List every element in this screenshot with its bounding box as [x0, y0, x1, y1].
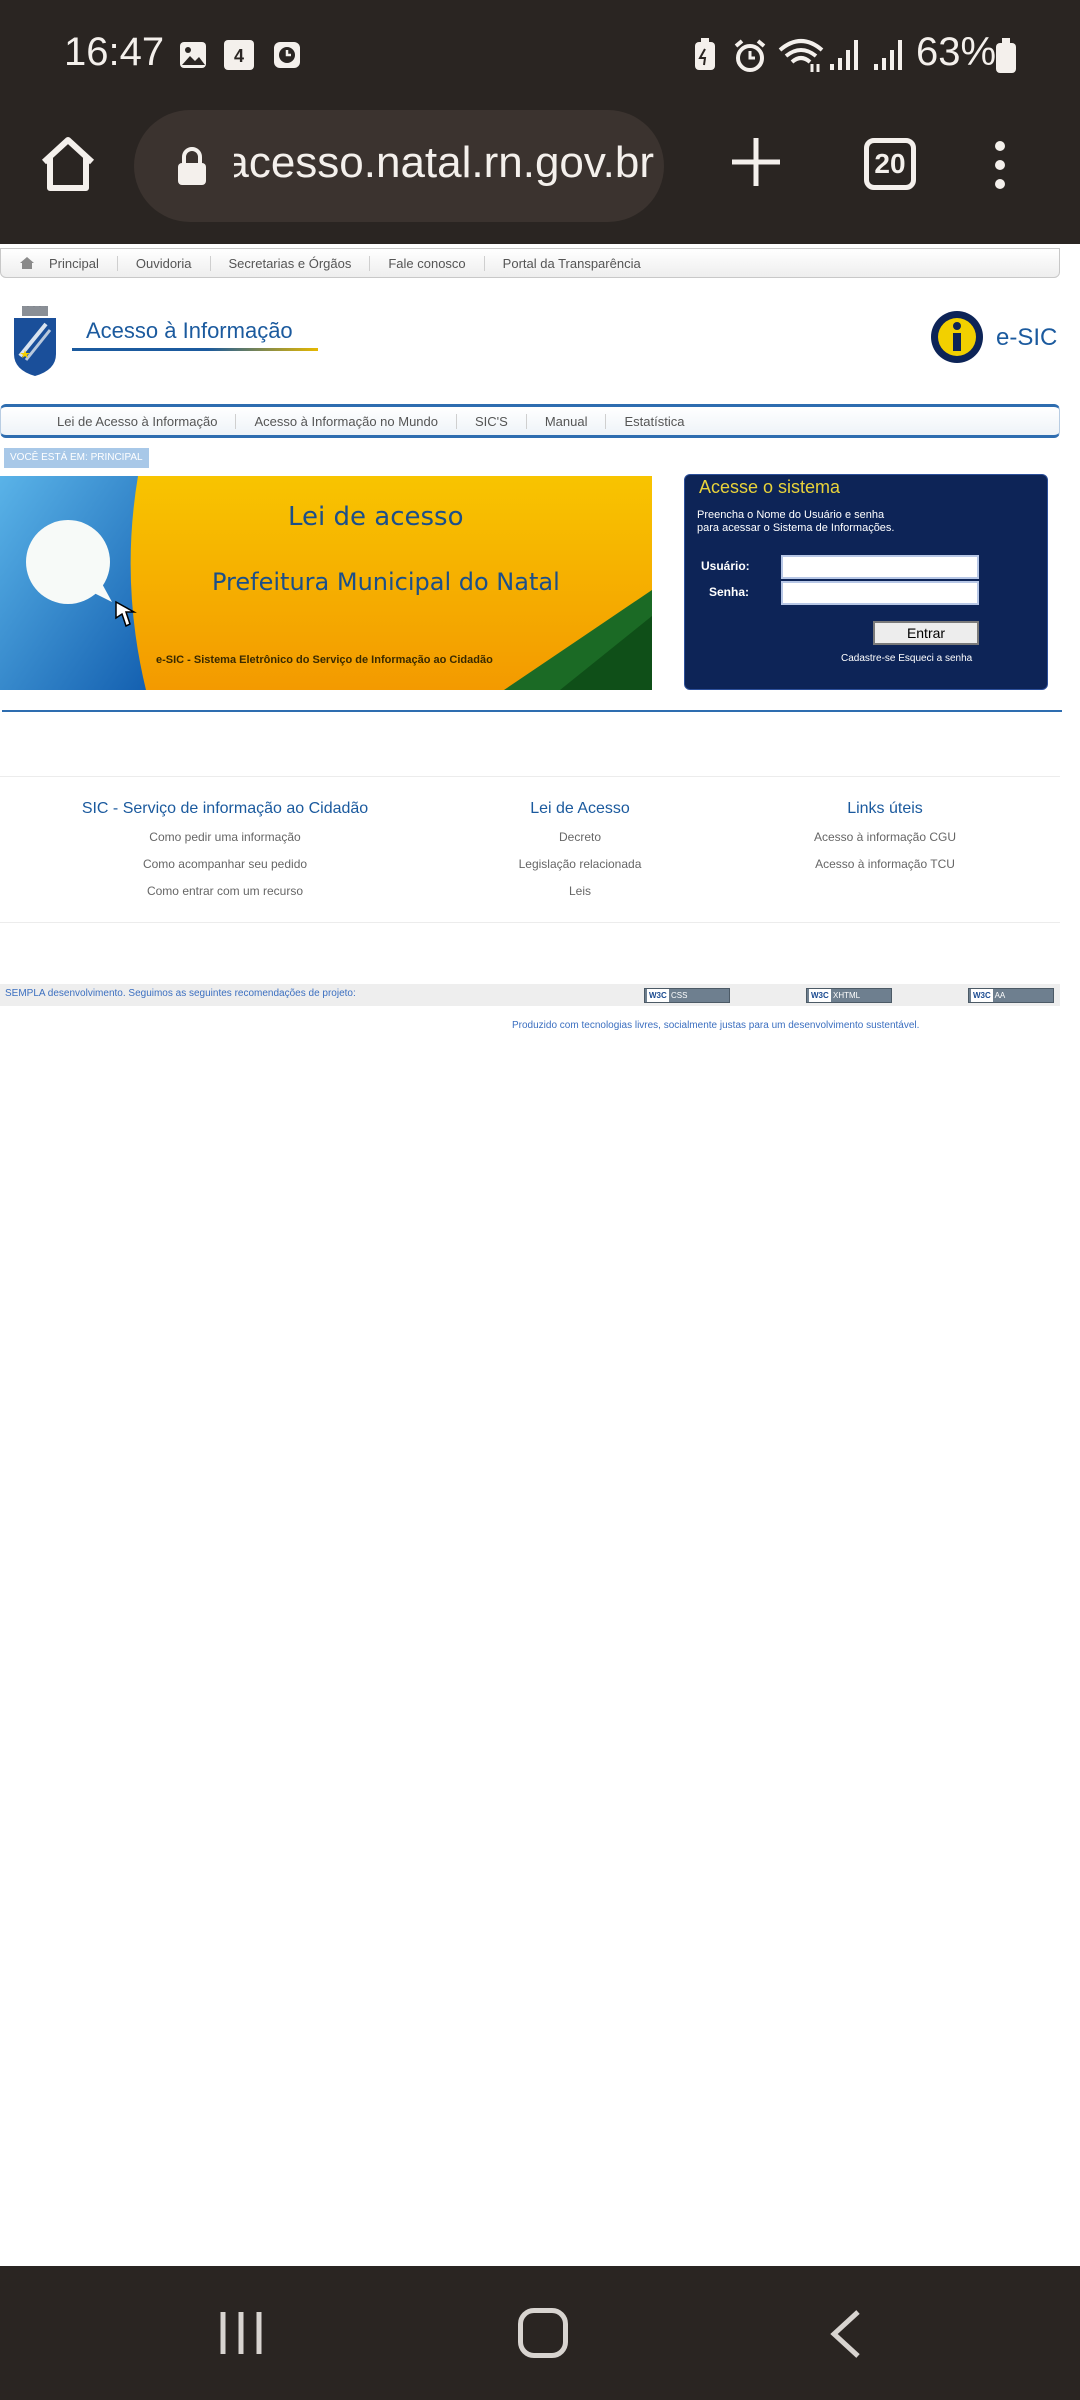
url-text: acesso.natal.rn.gov.br [234, 138, 654, 187]
more-menu-icon[interactable] [990, 140, 1010, 190]
main-nav-lei-acesso[interactable]: Lei de Acesso à Informação [39, 414, 235, 429]
top-nav-secretarias[interactable]: Secretarias e Órgãos [209, 255, 370, 271]
footer-link[interactable]: Acesso à informação TCU [780, 851, 990, 878]
signal-icon [874, 40, 902, 70]
footer-link[interactable]: Legislação relacionada [480, 851, 680, 878]
divider [2, 710, 1062, 712]
w3c-aa-badge[interactable]: W3C AA [968, 988, 1054, 1003]
login-submit-button[interactable]: Entrar [873, 621, 979, 645]
battery-percent: 63% [916, 30, 997, 74]
main-nav-manual[interactable]: Manual [525, 413, 606, 429]
footer-column-title: Links úteis [847, 800, 923, 817]
banner-title: Lei de acesso [288, 502, 464, 532]
footer-column-title: Lei de Acesso [530, 800, 630, 817]
status-bar: 16:47 4 63% [0, 0, 1080, 110]
banner-subtitle: Prefeitura Municipal do Natal [212, 568, 560, 596]
site-brand[interactable]: Acesso à Informação [12, 306, 318, 380]
brand-underline [72, 348, 318, 351]
login-title: Acesse o sistema [699, 477, 841, 497]
main-nav-sics[interactable]: SIC'S [456, 413, 526, 429]
top-nav-principal[interactable]: Principal [35, 256, 117, 271]
register-link[interactable]: Cadastre-se [841, 653, 895, 664]
w3c-xhtml-badge[interactable]: W3C XHTML [806, 988, 892, 1003]
wifi-icon [778, 39, 824, 72]
top-nav-ouvidoria[interactable]: Ouvidoria [116, 255, 210, 271]
breadcrumb: VOCÊ ESTÁ EM: PRINCIPAL [4, 448, 149, 468]
footer-bar-text: SEMPLA desenvolvimento. Seguimos as segu… [5, 988, 356, 999]
footer-link[interactable]: Leis [480, 878, 680, 905]
login-box: Acesse o sistema Preencha o Nome do Usuá… [684, 474, 1048, 690]
battery-icon [996, 38, 1016, 73]
footer-column-title: SIC - Serviço de informação ao Cidadão [81, 800, 369, 817]
footer-column-sic: SIC - Serviço de informação ao Cidadão C… [50, 800, 400, 905]
battery-saver-icon [695, 38, 715, 70]
url-bar[interactable]: acesso.natal.rn.gov.br [134, 110, 664, 222]
footer-bar: SEMPLA desenvolvimento. Seguimos as segu… [0, 984, 1060, 1006]
footer-note[interactable]: Produzido com tecnologias livres, social… [512, 1020, 919, 1031]
esic-label: e-SIC [996, 324, 1058, 351]
home-icon[interactable] [36, 132, 100, 196]
login-description: Preencha o Nome do Usuário e senha para … [697, 509, 895, 534]
banner[interactable]: Lei de acesso Prefeitura Municipal do Na… [0, 476, 652, 690]
tab-switcher-button[interactable]: 20 [864, 138, 916, 190]
w3c-css-badge[interactable]: W3C CSS [644, 988, 730, 1003]
calendar-day: 4 [233, 46, 244, 66]
main-nav-estatistica[interactable]: Estatística [605, 413, 702, 429]
back-icon[interactable] [826, 2308, 866, 2360]
login-links: Cadastre-se Esqueci a senha [841, 653, 972, 664]
status-time: 16:47 [64, 30, 165, 74]
main-nav-acesso-mundo[interactable]: Acesso à Informação no Mundo [235, 413, 456, 429]
city-crest-logo [14, 306, 56, 376]
lock-icon [178, 147, 206, 185]
footer-link[interactable]: Como acompanhar seu pedido [50, 851, 400, 878]
alarm-icon [734, 39, 766, 72]
signal-icon [830, 40, 858, 70]
home-nav-icon[interactable] [518, 2308, 568, 2358]
footer-column-lei-acesso: Lei de Acesso Decreto Legislação relacio… [480, 800, 680, 905]
footer-link[interactable]: Decreto [480, 824, 680, 851]
gallery-icon [180, 42, 206, 68]
info-icon [931, 311, 983, 363]
username-input[interactable] [781, 555, 979, 579]
divider [0, 922, 1060, 923]
footer-link[interactable]: Como pedir uma informação [50, 824, 400, 851]
password-label: Senha: [709, 585, 750, 599]
home-small-icon[interactable] [19, 256, 35, 270]
web-page: Principal Ouvidoria Secretarias e Órgãos… [0, 244, 1080, 2266]
w3c-badge-label: CSS [671, 991, 688, 1000]
username-label: Usuário: [701, 559, 750, 573]
top-nav-portal-transparencia[interactable]: Portal da Transparência [483, 255, 659, 271]
main-nav: Lei de Acesso à Informação Acesso à Info… [0, 404, 1060, 438]
top-nav: Principal Ouvidoria Secretarias e Órgãos… [0, 248, 1060, 278]
browser-toolbar: acesso.natal.rn.gov.br 20 [0, 110, 1080, 244]
footer-link[interactable]: Como entrar com um recurso [50, 878, 400, 905]
password-input[interactable] [781, 581, 979, 605]
divider [0, 776, 1060, 777]
footer-link[interactable]: Acesso à informação CGU [780, 824, 990, 851]
system-nav-bar [0, 2266, 1080, 2400]
forgot-password-link[interactable]: Esqueci a senha [898, 653, 972, 664]
w3c-badge-label: XHTML [833, 991, 861, 1000]
top-nav-fale-conosco[interactable]: Fale conosco [369, 255, 483, 271]
footer-column-links-uteis: Links úteis Acesso à informação CGU Aces… [780, 800, 990, 878]
new-tab-icon[interactable] [726, 132, 786, 192]
calendar-icon: 4 [224, 40, 254, 70]
banner-caption: e-SIC - Sistema Eletrônico do Serviço de… [156, 654, 493, 666]
brand-title: Acesso à Informação [86, 318, 293, 343]
recents-icon[interactable] [218, 2310, 264, 2356]
clock-icon [274, 42, 300, 68]
esic-logo[interactable]: e-SIC [930, 310, 1070, 366]
w3c-badge-label: AA [994, 991, 1006, 1000]
